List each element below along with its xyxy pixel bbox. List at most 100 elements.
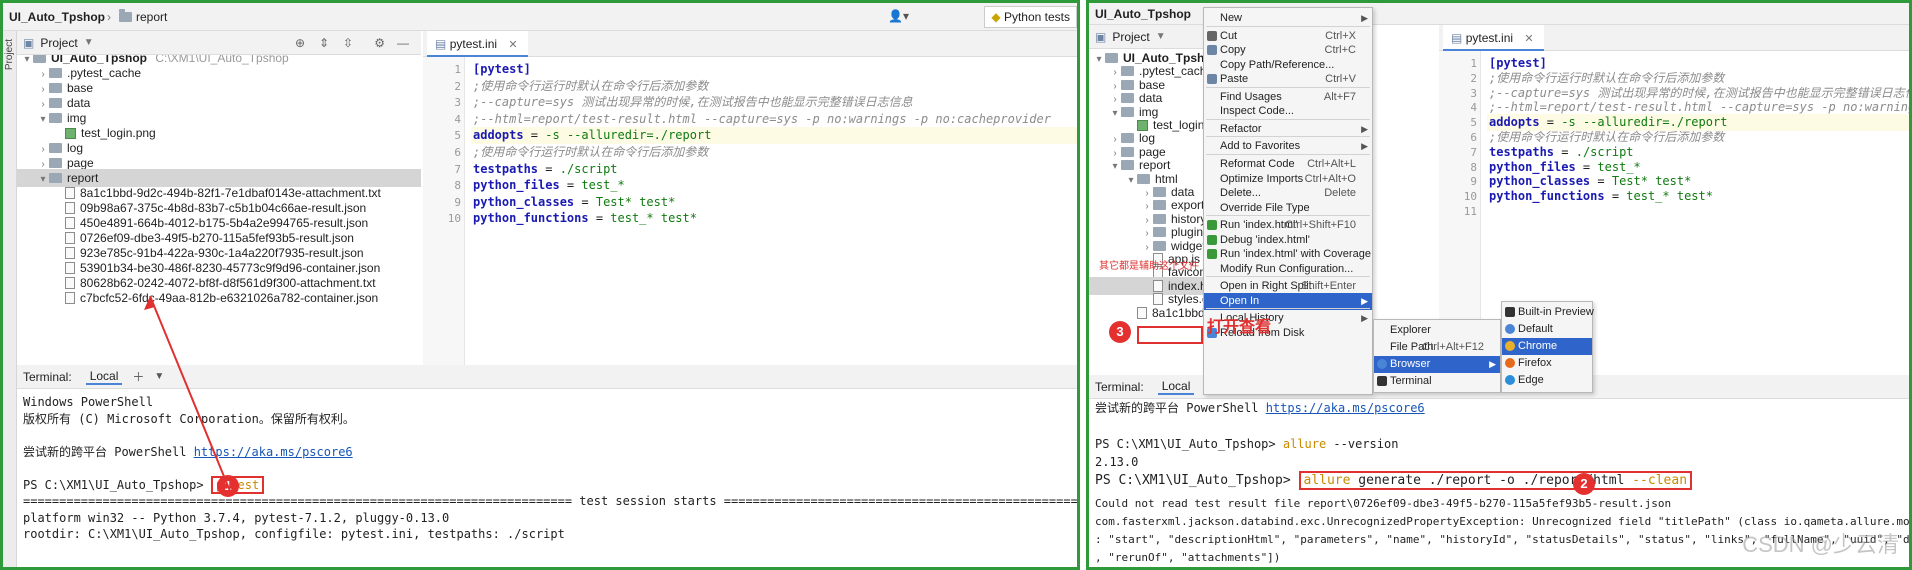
menu-item[interactable]: Modify Run Configuration... — [1204, 261, 1372, 278]
line-number: 1 — [1470, 57, 1477, 70]
open-in-submenu: Explorer File Path Ctrl+Alt+F12 Browser ▶ Ter… — [1373, 319, 1501, 393]
menu-item-label: Debug 'index.html' — [1220, 233, 1310, 246]
terminal-line: , "rerunOf", "attachments"]) — [1095, 551, 1281, 564]
project-view-icon: ▣ — [1095, 29, 1107, 44]
menu-item-label: Chrome — [1518, 340, 1558, 352]
menu-item-label: Override File Type — [1220, 201, 1310, 214]
menu-item[interactable]: Refactor ▶ — [1204, 121, 1372, 138]
code-token: ;使用命令行运行时默认在命令行后添加参数 — [1489, 130, 1725, 144]
menu-item-label: Open In — [1220, 294, 1260, 307]
scissors-icon — [1207, 30, 1217, 41]
terminal-prompt: PS C:\XM1\UI_Auto_Tpshop> — [1095, 437, 1283, 451]
menu-item-label: Modify Run Configuration... — [1220, 262, 1354, 275]
menu-item-label: Open in Right Split — [1220, 280, 1312, 293]
code-token: python_files — [1489, 159, 1576, 174]
code-token: ;使用命令行运行时默认在命令行后添加参数 — [1489, 70, 1725, 85]
menu-item-label: Find Usages — [1220, 90, 1282, 103]
project-view-selector[interactable]: Project — [1112, 30, 1149, 44]
menu-item[interactable]: New ▶ — [1204, 10, 1372, 27]
code-token: [pytest] — [1489, 56, 1547, 70]
line-number: 8 — [1470, 160, 1477, 174]
highlighted-command: allure generate ./report -o ./report/htm… — [1298, 471, 1693, 490]
terminal-line: Could not read test result file report\0… — [1095, 497, 1672, 510]
menu-item[interactable]: Browser ▶ — [1374, 356, 1500, 373]
menu-item[interactable]: Paste Ctrl+V — [1204, 71, 1372, 88]
menu-item-label: Run 'index.html' with Coverage — [1220, 248, 1371, 261]
ini-file-icon: ▤ — [1451, 31, 1463, 45]
close-icon[interactable]: ✕ — [1524, 33, 1533, 45]
line-number: 7 — [1470, 145, 1477, 159]
code-token: python_functions — [1489, 189, 1605, 204]
menu-item[interactable]: Inspect Code... — [1204, 103, 1372, 120]
firefox-icon — [1505, 358, 1515, 368]
menu-item[interactable]: Firefox — [1502, 355, 1592, 372]
builtin-preview-icon — [1505, 307, 1515, 317]
menu-separator — [1206, 86, 1370, 88]
menu-item[interactable]: Chrome — [1502, 338, 1592, 355]
menu-item-label: Explorer — [1390, 324, 1431, 336]
file-icon — [1137, 306, 1147, 319]
terminal-prompt: PS C:\XM1\UI_Auto_Tpshop> — [1095, 473, 1299, 488]
menu-separator — [1206, 25, 1370, 27]
code-token: python_classes — [1489, 174, 1591, 189]
browser-submenu: Built-in Preview Default Chrome Firefox Edge — [1501, 301, 1594, 393]
menu-item[interactable]: Terminal — [1374, 373, 1500, 390]
step-badge-2: 2 — [1573, 473, 1595, 495]
menu-item-label: Inspect Code... — [1220, 105, 1294, 118]
terminal-text: 尝试新的跨平台 PowerShell — [1095, 401, 1266, 415]
code-token: Test* test* — [1611, 174, 1692, 189]
menu-item[interactable]: Explorer — [1374, 322, 1500, 339]
default-browser-icon — [1505, 324, 1515, 334]
pscore-link[interactable]: https://aka.ms/pscore6 — [1266, 401, 1425, 415]
menu-item-label: Add to Favorites — [1220, 140, 1301, 153]
menu-item[interactable]: Default — [1502, 321, 1592, 338]
submenu-arrow-icon: ▶ — [1361, 141, 1368, 152]
editor-tab-bar: ▤ pytest.ini ✕ — [1439, 25, 1909, 51]
terminal-command: allure — [1282, 437, 1327, 451]
line-number: 9 — [1470, 175, 1477, 189]
line-number: 10 — [1463, 190, 1477, 204]
edge-icon — [1505, 375, 1515, 385]
menu-item[interactable]: Edge — [1502, 372, 1592, 389]
terminal-output[interactable]: 尝试新的跨平台 PowerShell https://aka.ms/pscore… — [1089, 399, 1909, 567]
code-token: test_* test* — [1626, 189, 1713, 204]
line-number: 6 — [1470, 131, 1477, 144]
terminal-line: 2.13.0 — [1095, 455, 1139, 469]
menu-item[interactable]: Open In ▶ — [1204, 292, 1372, 310]
breadcrumb-project[interactable]: UI_Auto_Tpshop — [1095, 7, 1191, 21]
submenu-arrow-icon: ▶ — [1489, 359, 1496, 369]
menu-item[interactable]: Built-in Preview — [1502, 304, 1594, 321]
submenu-arrow-icon: ▶ — [1361, 13, 1368, 23]
terminal-icon — [1377, 376, 1387, 386]
menu-item-shortcut: Ctrl+V — [1325, 73, 1356, 86]
terminal-tab-local[interactable]: Local — [1157, 379, 1195, 395]
menu-item-label: Reformat Code — [1220, 157, 1295, 170]
copy-icon — [1207, 45, 1217, 56]
menu-item-label: Optimize Imports — [1220, 172, 1304, 185]
menu-item[interactable]: File Path Ctrl+Alt+F12 — [1374, 339, 1500, 356]
menu-item[interactable]: Override File Type — [1204, 200, 1372, 217]
code-token: addopts — [1489, 115, 1540, 130]
menu-item-label: New — [1220, 12, 1243, 24]
terminal-line: PS C:\XM1\UI_Auto_Tpshop> allure generat… — [1095, 471, 1693, 490]
submenu-arrow-icon: ▶ — [1361, 295, 1368, 306]
chrome-icon — [1505, 341, 1515, 351]
menu-separator — [1206, 153, 1370, 155]
tab-pytest-ini[interactable]: ▤ pytest.ini ✕ — [1443, 25, 1544, 51]
menu-item[interactable]: Add to Favorites ▶ — [1204, 138, 1372, 155]
line-number: 4 — [1470, 101, 1477, 115]
annotation-open: 打开查看 — [1207, 319, 1272, 336]
terminal-title: Terminal: — [1095, 379, 1144, 394]
menu-item-label: Browser — [1390, 358, 1431, 370]
chevron-down-icon[interactable]: ▼ — [1156, 31, 1166, 42]
code-token: ./script — [1575, 144, 1634, 159]
menu-separator — [1206, 215, 1370, 217]
menu-separator — [1206, 308, 1370, 310]
code-token: -s --alluredir=./report — [1561, 115, 1728, 130]
menu-item-label: Refactor — [1220, 122, 1262, 135]
menu-item-label: Delete... — [1220, 187, 1261, 200]
step-badge-3: 3 — [1109, 321, 1131, 343]
menu-separator — [1206, 118, 1370, 120]
submenu-arrow-icon: ▶ — [1361, 123, 1368, 134]
menu-separator — [1206, 136, 1370, 138]
